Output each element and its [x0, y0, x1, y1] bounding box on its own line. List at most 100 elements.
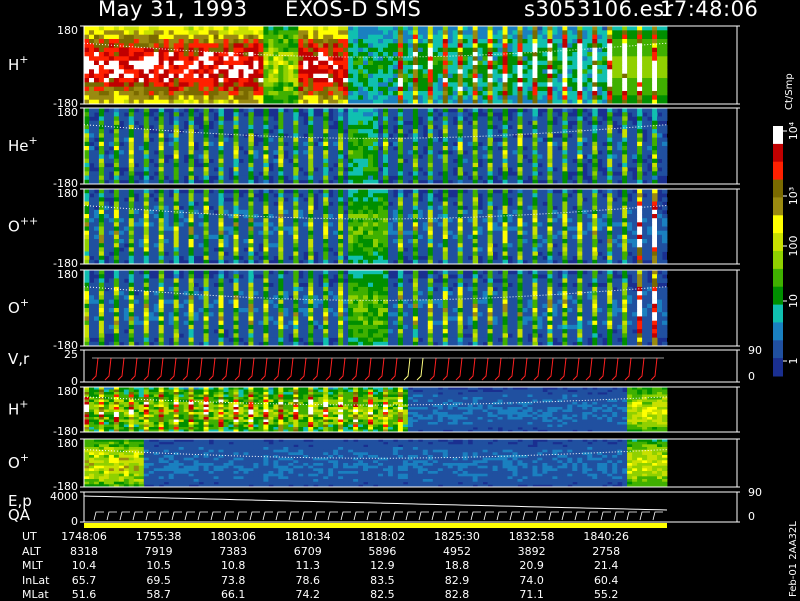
heat-cell: [313, 82, 318, 87]
heat-cell: [552, 146, 557, 151]
heat-cell: [592, 171, 597, 176]
heat-cell: [303, 56, 308, 61]
heat-cell: [383, 167, 388, 172]
heat-cell: [144, 256, 149, 261]
heat-cell: [493, 56, 498, 61]
heat-cell: [508, 150, 513, 155]
heat-cell: [333, 48, 338, 53]
heat-cell: [657, 30, 662, 35]
heat-cell: [313, 69, 318, 74]
heat-cell: [273, 189, 278, 194]
heat-cell: [363, 239, 368, 244]
heat-cell: [408, 26, 413, 31]
heat-cell: [438, 78, 443, 83]
heat-cell: [572, 163, 577, 168]
heat-cell: [199, 146, 204, 151]
heat-cell: [463, 154, 468, 159]
heat-cell: [239, 214, 244, 219]
heat-cell: [89, 26, 94, 31]
heat-cell: [194, 125, 199, 130]
heat-cell: [129, 171, 134, 176]
heat-cell: [278, 247, 283, 252]
heat-cell: [273, 69, 278, 74]
heat-cell: [338, 222, 343, 227]
heat-cell: [368, 202, 373, 207]
heat-cell: [557, 163, 562, 168]
heat-cell: [308, 243, 313, 248]
heat-cell: [234, 222, 239, 227]
heat-cell: [473, 133, 478, 138]
heat-cell: [388, 35, 393, 40]
heat-cell: [328, 154, 333, 159]
heat-cell: [597, 52, 602, 57]
heat-cell: [159, 69, 164, 74]
heat-cell: [268, 74, 273, 79]
heat-cell: [438, 52, 443, 57]
heat-cell: [348, 214, 353, 219]
heat-cell: [662, 39, 667, 44]
heat-cell: [637, 129, 642, 134]
heat-cell: [268, 142, 273, 147]
heat-cell: [473, 87, 478, 92]
heat-cell: [498, 26, 503, 31]
heat-cell: [637, 95, 642, 100]
heat-cell: [313, 231, 318, 236]
heat-cell: [318, 193, 323, 198]
heat-cell: [159, 78, 164, 83]
heat-cell: [378, 48, 383, 53]
heat-cell: [318, 235, 323, 240]
heat-cell: [104, 43, 109, 48]
heat-cell: [652, 154, 657, 159]
heat-cell: [547, 138, 552, 143]
heat-cell: [662, 61, 667, 66]
heat-cell: [493, 82, 498, 87]
heat-cell: [547, 116, 552, 121]
heat-cell: [438, 87, 443, 92]
heat-cell: [542, 142, 547, 147]
heat-cell: [99, 35, 104, 40]
heat-cell: [89, 159, 94, 164]
heat-cell: [323, 176, 328, 181]
heat-cell: [463, 125, 468, 130]
heat-cell: [154, 69, 159, 74]
heat-cell: [154, 154, 159, 159]
heat-cell: [94, 39, 99, 44]
heat-cell: [189, 91, 194, 96]
heat-cell: [139, 235, 144, 240]
heat-cell: [458, 129, 463, 134]
heat-cell: [533, 87, 538, 92]
heat-cell: [423, 235, 428, 240]
heat-cell: [388, 214, 393, 219]
heat-cell: [144, 193, 149, 198]
heat-cell: [169, 26, 174, 31]
heat-cell: [174, 78, 179, 83]
heat-cell: [542, 35, 547, 40]
heat-cell: [383, 69, 388, 74]
heat-cell: [388, 91, 393, 96]
heat-cell: [478, 82, 483, 87]
heat-cell: [393, 171, 398, 176]
heat-cell: [224, 56, 229, 61]
heat-cell: [283, 231, 288, 236]
heat-cell: [154, 112, 159, 117]
heat-cell: [179, 235, 184, 240]
heat-cell: [607, 39, 612, 44]
heat-cell: [119, 26, 124, 31]
heat-cell: [463, 95, 468, 100]
heat-cell: [333, 26, 338, 31]
heat-cell: [483, 69, 488, 74]
heat-cell: [508, 87, 513, 92]
heat-cell: [258, 150, 263, 155]
heat-cell: [627, 129, 632, 134]
heat-cell: [288, 247, 293, 252]
heat-cell: [468, 108, 473, 113]
heat-cell: [358, 154, 363, 159]
heat-cell: [194, 52, 199, 57]
heat-cell: [308, 48, 313, 53]
heat-cell: [199, 35, 204, 40]
heat-cell: [622, 129, 627, 134]
heat-cell: [453, 154, 458, 159]
heat-cell: [448, 129, 453, 134]
heat-cell: [308, 210, 313, 215]
heat-cell: [358, 125, 363, 130]
